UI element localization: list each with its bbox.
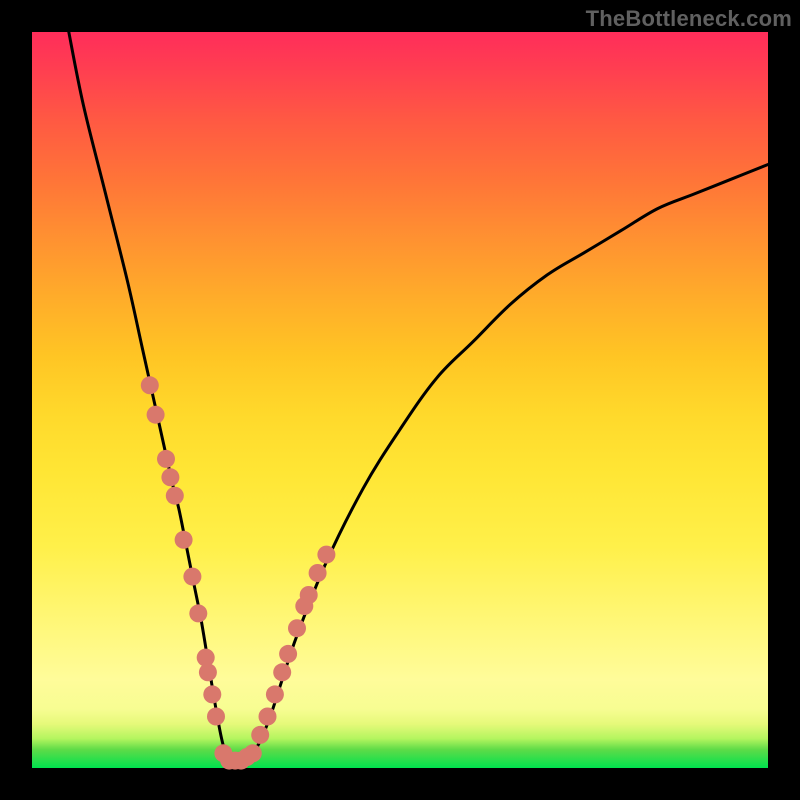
- highlight-dot: [203, 685, 221, 703]
- highlight-dot: [175, 531, 193, 549]
- highlight-dot: [300, 586, 318, 604]
- highlight-dot: [309, 564, 327, 582]
- highlight-dot: [244, 744, 262, 762]
- highlight-dot: [147, 406, 165, 424]
- highlight-dot: [183, 568, 201, 586]
- highlight-dot: [189, 604, 207, 622]
- chart-highlight-dots: [141, 376, 336, 769]
- watermark-text: TheBottleneck.com: [586, 6, 792, 32]
- highlight-dot: [157, 450, 175, 468]
- chart-curve: [69, 32, 768, 762]
- highlight-dot: [141, 376, 159, 394]
- highlight-dot: [317, 546, 335, 564]
- highlight-dot: [288, 619, 306, 637]
- highlight-dot: [259, 708, 277, 726]
- highlight-dot: [273, 663, 291, 681]
- chart-frame: TheBottleneck.com: [0, 0, 800, 800]
- highlight-dot: [166, 487, 184, 505]
- highlight-dot: [207, 708, 225, 726]
- highlight-dot: [199, 663, 217, 681]
- chart-plot-area: [32, 32, 768, 768]
- highlight-dot: [279, 645, 297, 663]
- highlight-dot: [266, 685, 284, 703]
- highlight-dot: [161, 468, 179, 486]
- chart-svg: [32, 32, 768, 768]
- highlight-dot: [251, 726, 269, 744]
